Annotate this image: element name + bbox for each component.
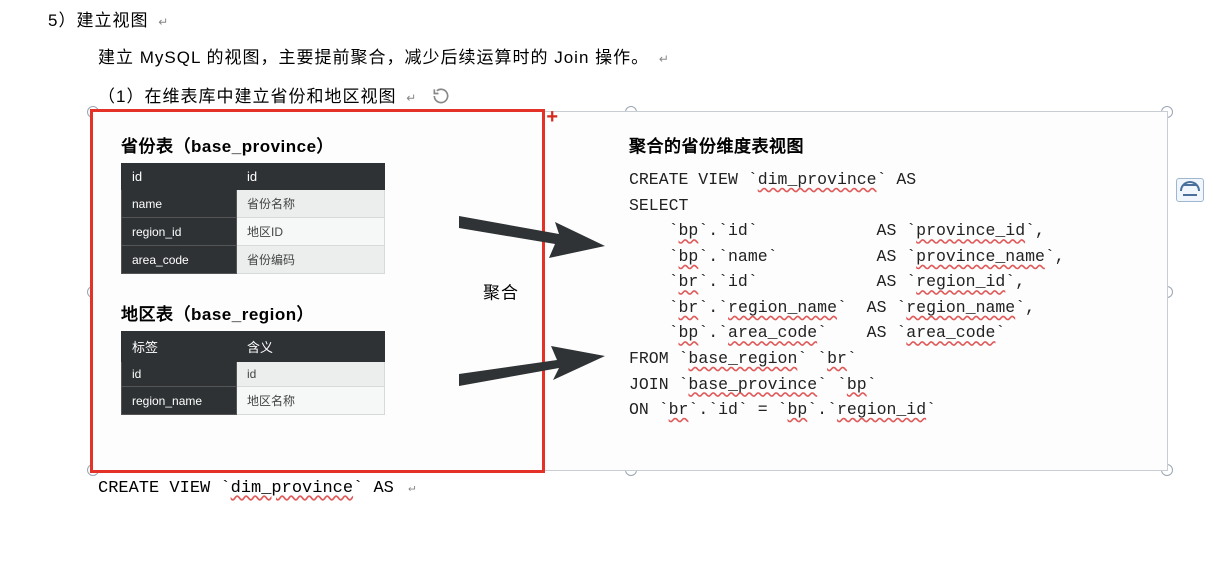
diagram-selection[interactable]: + 省份表（base_province） id id name省份名称 regi… xyxy=(92,111,1168,471)
table-cell-label: area_code xyxy=(122,246,237,274)
table2-title-paren: （base_region） xyxy=(174,305,315,324)
table-header-cell: id xyxy=(122,164,237,190)
table-header-cell: 标签 xyxy=(122,332,237,362)
table-header-cell: 含义 xyxy=(237,332,385,362)
table-header-row: 标签 含义 xyxy=(122,332,385,362)
table-row: name省份名称 xyxy=(122,190,385,218)
aggregate-label: 聚合 xyxy=(483,279,519,304)
province-table: id id name省份名称 region_id地区ID area_code省份… xyxy=(121,163,385,274)
section-heading: 5）建立视图 ↵ xyxy=(48,6,1170,31)
right-pane: 聚合的省份维度表视图 CREATE VIEW `dim_province` AS… xyxy=(623,112,1167,470)
table-cell-value: id xyxy=(237,362,385,387)
table-header-row: id id xyxy=(122,164,385,190)
table2-title-prefix: 地区表 xyxy=(121,305,174,324)
layout-options-button[interactable] xyxy=(1176,178,1204,202)
mid-area: 聚合 xyxy=(545,112,623,470)
diagram-container: + 省份表（base_province） id id name省份名称 regi… xyxy=(92,111,1168,471)
table-cell-label: region_id xyxy=(122,218,237,246)
table-cell-value: 地区名称 xyxy=(237,387,385,415)
table-cell-value: 省份编码 xyxy=(237,246,385,274)
table-cell-label: region_name xyxy=(122,387,237,415)
table-row: region_id地区ID xyxy=(122,218,385,246)
table-cell-value: 省份名称 xyxy=(237,190,385,218)
left-pane: + 省份表（base_province） id id name省份名称 regi… xyxy=(90,109,545,473)
intro-paragraph-text: 建立 MySQL 的视图，主要提前聚合，减少后续运算时的 Join 操作。 xyxy=(98,48,649,67)
table-header-cell: id xyxy=(237,164,385,190)
code-line-after: CREATE VIEW `dim_province` AS ↵ xyxy=(98,479,1170,498)
table-cell-label: id xyxy=(122,362,237,387)
table1-title: 省份表（base_province） xyxy=(121,132,522,157)
table-cell-value: 地区ID xyxy=(237,218,385,246)
return-mark-icon: ↵ xyxy=(408,481,415,495)
return-mark-icon: ↵ xyxy=(406,91,417,105)
table1-title-paren: （base_province） xyxy=(174,137,335,156)
table1-title-prefix: 省份表 xyxy=(121,137,174,156)
refresh-icon xyxy=(431,86,451,106)
table-row: region_name地区名称 xyxy=(122,387,385,415)
table-cell-label: name xyxy=(122,190,237,218)
arrow-icon xyxy=(459,204,609,264)
intro-paragraph: 建立 MySQL 的视图，主要提前聚合，减少后续运算时的 Join 操作。 ↵ xyxy=(98,43,1170,68)
arrow-icon xyxy=(459,342,609,402)
sub-heading-text: （1）在维表库中建立省份和地区视图 xyxy=(98,87,396,106)
region-table: 标签 含义 idid region_name地区名称 xyxy=(121,331,385,415)
sub-heading: （1）在维表库中建立省份和地区视图 ↵ xyxy=(98,82,1170,107)
table-row: idid xyxy=(122,362,385,387)
return-mark-icon: ↵ xyxy=(659,52,670,66)
sql-code: CREATE VIEW `dim_province` AS SELECT `bp… xyxy=(629,167,1153,423)
table2-title: 地区表（base_region） xyxy=(121,300,522,325)
table-row: area_code省份编码 xyxy=(122,246,385,274)
section-heading-text: 5）建立视图 xyxy=(48,11,148,30)
return-mark-icon: ↵ xyxy=(158,15,169,29)
right-title: 聚合的省份维度表视图 xyxy=(629,132,1153,157)
